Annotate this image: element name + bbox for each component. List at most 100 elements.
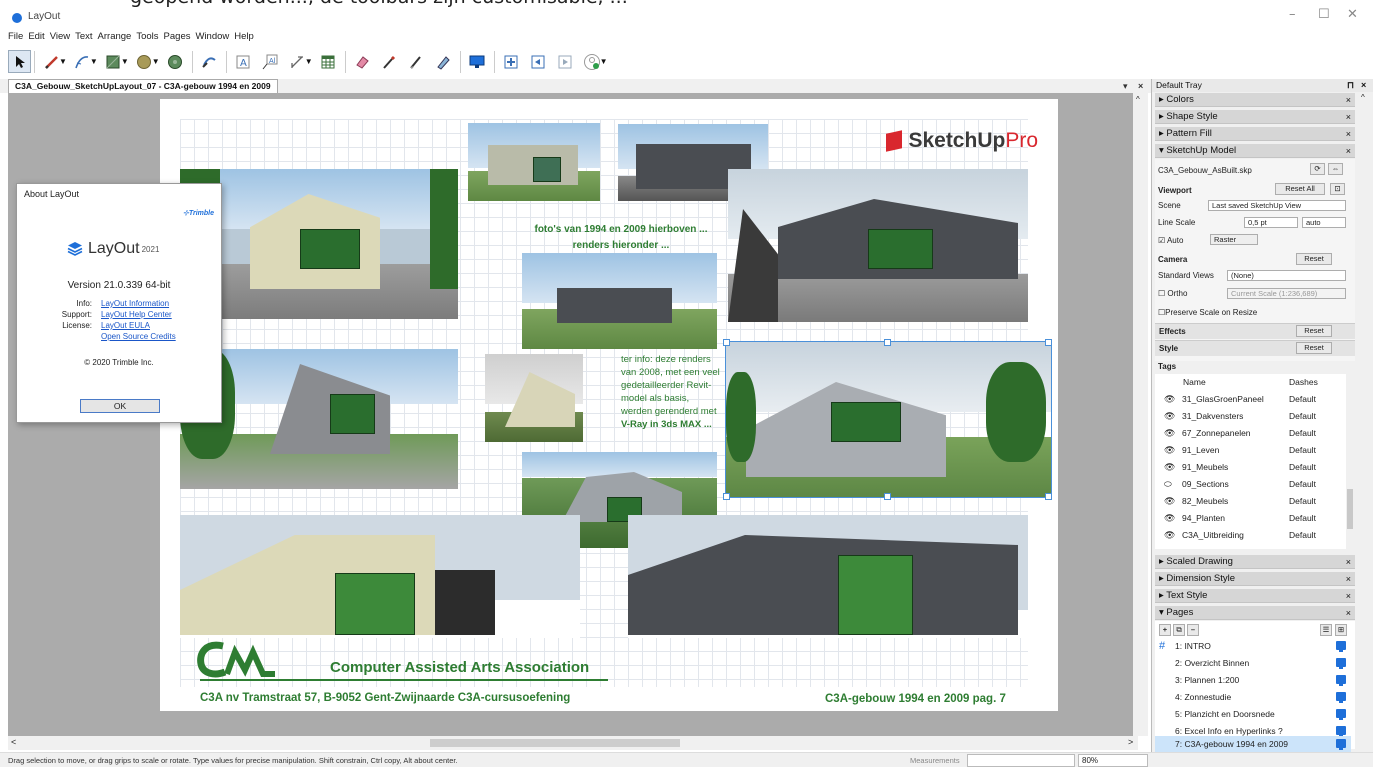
checkbox-unchecked-icon[interactable]: ☐ (1158, 289, 1165, 298)
close-window-button[interactable]: ✕ (1347, 7, 1358, 22)
tag-dash[interactable]: Default (1289, 408, 1316, 425)
visibility-icon[interactable]: 👁 (1164, 493, 1175, 510)
info-link[interactable]: LayOut Information (101, 299, 169, 308)
visibility-icon[interactable]: 👁 (1164, 442, 1175, 459)
add-page-button[interactable] (498, 49, 525, 74)
reset-options-icon[interactable]: ⊡ (1330, 183, 1345, 195)
visibility-icon[interactable]: 👁 (1164, 425, 1175, 442)
ok-button[interactable]: OK (80, 399, 160, 413)
presentation-icon[interactable] (1336, 658, 1346, 669)
measurements-input[interactable] (967, 754, 1075, 767)
selection-grip-bottom-left[interactable] (723, 493, 730, 500)
visibility-icon[interactable]: 👁 (1164, 408, 1175, 425)
panel-sketchup-model[interactable]: ▾ SketchUp Model × (1155, 144, 1355, 158)
page-row-7-selected[interactable]: 7: C3A-gebouw 1994 en 2009 (1155, 736, 1351, 752)
panel-close-icon[interactable]: × (1346, 555, 1351, 569)
selection-grip-bottom-right[interactable] (1045, 493, 1052, 500)
panel-shape-style[interactable]: ▸ Shape Style × (1155, 110, 1355, 124)
tag-row[interactable]: 👁 C3A_Uitbreiding Default (1155, 527, 1335, 544)
add-page-icon[interactable]: + (1159, 624, 1171, 636)
polygon-tool-button[interactable] (162, 49, 189, 74)
duplicate-page-icon[interactable]: ⧉ (1173, 624, 1185, 636)
menu-window[interactable]: Window (195, 30, 229, 44)
preserve-scale-checkbox[interactable]: ☐Preserve Scale on Resize (1158, 308, 1257, 317)
tab-close-icon[interactable]: × (1138, 79, 1143, 93)
panel-close-icon[interactable]: × (1346, 144, 1351, 158)
line-scale-mode-select[interactable]: auto (1302, 217, 1346, 228)
tag-dash[interactable]: Default (1289, 425, 1316, 442)
presentation-icon[interactable] (1336, 726, 1346, 737)
scrollbar-thumb[interactable] (1136, 107, 1145, 719)
eraser-tool-button[interactable] (349, 49, 376, 74)
menu-pages[interactable]: Pages (164, 30, 191, 44)
scene-select[interactable]: Last saved SketchUp View (1208, 200, 1346, 211)
panel-close-icon[interactable]: × (1346, 572, 1351, 586)
tab-list-dropdown[interactable]: ▾ (1123, 79, 1128, 93)
page-row-3[interactable]: 3: Plannen 1:200 (1155, 672, 1351, 688)
label-tool-button[interactable]: Al (257, 49, 284, 74)
presentation-icon[interactable] (1336, 692, 1346, 703)
canvas-vertical-scrollbar[interactable]: ^ (1133, 93, 1148, 736)
rectangle-tool-button[interactable] (100, 49, 127, 74)
tag-row[interactable]: 👁 82_Meubels Default (1155, 493, 1335, 510)
tag-dash[interactable]: Default (1289, 459, 1316, 476)
style-reset-button[interactable]: Reset (1296, 342, 1332, 354)
panel-close-icon[interactable]: × (1346, 93, 1351, 107)
render-mode-select[interactable]: Raster (1210, 234, 1258, 245)
auto-checkbox[interactable]: ☑ Auto (1158, 236, 1183, 245)
selection-grip-top[interactable] (884, 339, 891, 346)
visibility-icon[interactable]: 👁 (1164, 510, 1175, 527)
panel-scaled-drawing[interactable]: ▸ Scaled Drawing × (1155, 555, 1355, 569)
delete-page-icon[interactable]: – (1187, 624, 1199, 636)
tag-dash[interactable]: Default (1289, 476, 1316, 493)
tag-row[interactable]: 👁 31_Dakvensters Default (1155, 408, 1335, 425)
tray-close-icon[interactable]: × (1361, 79, 1366, 92)
tags-scrollbar[interactable] (1346, 374, 1354, 549)
table-tool-button[interactable] (315, 49, 342, 74)
canvas-horizontal-scrollbar[interactable]: < > (8, 736, 1138, 750)
tray-scrollbar[interactable]: ^ (1357, 93, 1372, 753)
panel-dimension-style[interactable]: ▸ Dimension Style × (1155, 572, 1355, 586)
next-page-button[interactable] (552, 49, 579, 74)
minimize-button[interactable]: – (1289, 7, 1296, 22)
tag-row[interactable]: 👁 91_Meubels Default (1155, 459, 1335, 476)
pin-icon[interactable]: ⊓ (1347, 79, 1354, 92)
panel-close-icon[interactable]: × (1346, 589, 1351, 603)
camera-reset-button[interactable]: Reset (1296, 253, 1332, 265)
arc-tool-button[interactable] (69, 49, 96, 74)
dimension-tool-button[interactable] (284, 49, 311, 74)
license-link[interactable]: LayOut EULA (101, 321, 150, 330)
send-to-sketchup-button[interactable] (579, 49, 606, 74)
tag-row[interactable]: 👁 91_Leven Default (1155, 442, 1335, 459)
scrollbar-thumb[interactable] (430, 739, 680, 747)
line-tool-button[interactable] (38, 49, 65, 74)
selection-grip-bottom[interactable] (884, 493, 891, 500)
text-tool-button[interactable]: A (230, 49, 257, 74)
style-tool-button[interactable] (376, 49, 403, 74)
ortho-checkbox[interactable]: ☐ Ortho (1158, 289, 1187, 298)
zoom-select[interactable]: 80% (1078, 754, 1148, 767)
update-model-icon[interactable]: ⟳ (1310, 163, 1325, 175)
presentation-icon[interactable] (1336, 675, 1346, 686)
selection-grip-top-left[interactable] (723, 339, 730, 346)
page-row-1[interactable]: #1: INTRO (1155, 638, 1351, 654)
grid-view-icon[interactable]: ⊞ (1335, 624, 1347, 636)
tag-dash[interactable]: Default (1289, 442, 1316, 459)
page-row-5[interactable]: 5: Planzicht en Doorsnede (1155, 706, 1351, 722)
join-tool-button[interactable] (430, 49, 457, 74)
previous-page-button[interactable] (525, 49, 552, 74)
page-row-2[interactable]: 2: Overzicht Binnen (1155, 655, 1351, 671)
scroll-right-icon[interactable]: > (1128, 737, 1133, 747)
tag-dash[interactable]: Default (1289, 391, 1316, 408)
effects-reset-button[interactable]: Reset (1296, 325, 1332, 337)
maximize-button[interactable]: ☐ (1318, 7, 1330, 22)
panel-close-icon[interactable]: × (1346, 110, 1351, 124)
menu-help[interactable]: Help (234, 30, 254, 44)
presentation-icon[interactable] (1336, 709, 1346, 720)
render-side-right-selected[interactable] (725, 341, 1052, 498)
scroll-up-icon[interactable]: ^ (1361, 93, 1365, 102)
split-tool-button[interactable] (403, 49, 430, 74)
offset-tool-button[interactable] (196, 49, 223, 74)
tag-row[interactable]: 👁 31_GlasGroenPaneel Default (1155, 391, 1335, 408)
visibility-icon[interactable]: 👁 (1164, 527, 1175, 544)
